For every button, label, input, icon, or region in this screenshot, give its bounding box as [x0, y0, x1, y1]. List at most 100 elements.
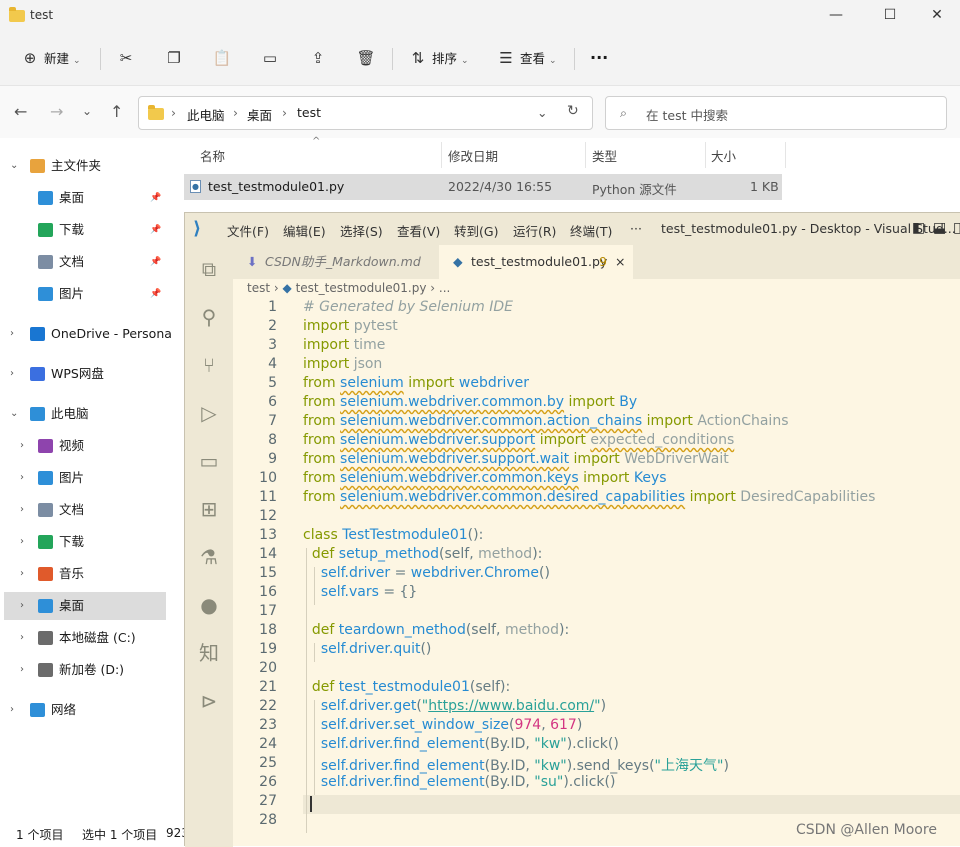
view-button[interactable]: ☰ 查看 ⌄ [496, 46, 556, 70]
menu-item[interactable]: 编辑(E) [283, 221, 326, 240]
chevron-down-icon[interactable]: ⌄ [10, 152, 18, 180]
testing-flask-icon[interactable]: ⚗ [197, 545, 221, 569]
pc-icon [30, 407, 45, 421]
sidebar-item[interactable]: › 图片 [0, 464, 167, 492]
sidebar-item[interactable]: 下载 📌 [0, 216, 167, 244]
forward-arrow-icon[interactable]: → [50, 102, 63, 121]
more-button[interactable]: ··· [590, 46, 608, 70]
terminal-icon[interactable]: ⊳ [197, 689, 221, 713]
sidebar-item[interactable]: 文档 📌 [0, 248, 167, 276]
code-line: self.driver.find_element(By.ID, "kw").cl… [320, 736, 619, 752]
source-control-icon[interactable]: ⑂ [197, 353, 221, 377]
column-header-date[interactable]: 修改日期 [448, 146, 498, 165]
column-header-type[interactable]: 类型 [592, 146, 617, 165]
recent-chevron-icon[interactable]: ⌄ [82, 104, 92, 118]
address-bar[interactable]: › 此电脑 › 桌面 › test ⌄ ↻ [138, 96, 593, 130]
sidebar-item[interactable]: 图片 📌 [0, 280, 167, 308]
chevron-down-icon[interactable]: ⌄ [10, 400, 18, 428]
chevron-right-icon[interactable]: › [10, 696, 14, 724]
delete-button[interactable]: 🗑 [356, 46, 376, 70]
sidebar-item[interactable]: › OneDrive - Persona [0, 320, 172, 348]
extensions-icon[interactable]: ⊞ [197, 497, 221, 521]
cut-button[interactable]: ✂ [116, 46, 136, 70]
breadcrumb-symbols[interactable]: ... [439, 281, 450, 295]
chevron-right-icon[interactable]: › [20, 464, 24, 492]
maximize-icon[interactable]: ☐ [878, 4, 902, 26]
tab-close-icon[interactable]: × [615, 245, 625, 279]
minimize-icon[interactable]: — [824, 4, 848, 26]
breadcrumb-file[interactable]: test_testmodule01.py [296, 281, 427, 295]
refresh-icon[interactable]: ↻ [567, 103, 579, 119]
tab-test-testmodule01[interactable]: ◆ test_testmodule01.py 9 × [439, 245, 633, 279]
explorer-files-icon[interactable]: ⧉ [197, 257, 221, 281]
sort-button[interactable]: ⇅ 排序 ⌄ [408, 46, 469, 70]
chevron-right-icon[interactable]: › [10, 360, 14, 388]
search-icon[interactable]: ⚲ [197, 305, 221, 329]
breadcrumb-this-pc[interactable]: 此电脑 [187, 105, 225, 124]
chevron-right-icon[interactable]: › [20, 432, 24, 460]
sidebar-item[interactable]: › 音乐 [0, 560, 167, 588]
copy-button[interactable]: ❐ [164, 46, 184, 70]
chevron-right-icon[interactable]: › [10, 320, 14, 348]
file-row[interactable]: ● test_testmodule01.py 2022/4/30 16:55 P… [184, 174, 782, 200]
breadcrumb-test[interactable]: test [297, 105, 321, 120]
menu-item[interactable]: 终端(T) [570, 221, 612, 240]
column-header-name[interactable]: 名称 [200, 146, 225, 165]
breadcrumb-folder[interactable]: test [247, 281, 270, 295]
github-icon[interactable]: ● [197, 593, 221, 617]
new-button[interactable]: ⊕ 新建 ⌄ [20, 46, 81, 70]
paste-button[interactable]: 📋 [212, 46, 232, 70]
chevron-right-icon[interactable]: › [20, 656, 24, 684]
toggle-panel-icon[interactable]: ⬓ [933, 220, 946, 236]
back-arrow-icon[interactable]: ← [14, 102, 27, 121]
chevron-right-icon[interactable]: › [20, 624, 24, 652]
chevron-right-icon[interactable]: › [20, 496, 24, 524]
menu-item[interactable]: 转到(G) [454, 221, 498, 240]
up-arrow-icon[interactable]: ↑ [110, 102, 123, 121]
sidebar-item[interactable]: › 下载 [0, 528, 167, 556]
menu-item[interactable]: 查看(V) [397, 221, 440, 240]
file-size: 1 KB [750, 179, 779, 194]
breadcrumb-separator: › [273, 281, 283, 295]
sidebar-item[interactable]: › 网络 [0, 696, 167, 724]
tab-csdn-markdown[interactable]: ⬇ CSDN助手_Markdown.md [233, 245, 439, 279]
breadcrumb-separator: › [233, 105, 238, 120]
remote-explorer-icon[interactable]: ▭ [197, 449, 221, 473]
toggle-sidebar-icon[interactable]: ◧ [912, 220, 925, 236]
sidebar-item[interactable]: ⌄ 主文件夹 [0, 152, 167, 180]
sidebar-item[interactable]: 桌面 📌 [0, 184, 167, 212]
column-header-size[interactable]: 大小 [711, 146, 736, 165]
breadcrumb-desktop[interactable]: 桌面 [247, 105, 272, 124]
code-line: # Generated by Selenium IDE [303, 299, 514, 315]
sidebar-item[interactable]: › WPS网盘 [0, 360, 167, 388]
menu-item[interactable]: 运行(R) [513, 221, 556, 240]
rename-button[interactable]: ▭ [260, 46, 280, 70]
divider [574, 48, 575, 70]
chevron-down-icon[interactable]: ⌄ [537, 105, 547, 120]
line-number: 28 [259, 812, 277, 828]
sidebar-item[interactable]: › 本地磁盘 (C:) [0, 624, 167, 652]
sidebar-item[interactable]: ⌄ 此电脑 [0, 400, 167, 428]
chevron-right-icon[interactable]: › [20, 528, 24, 556]
chevron-right-icon[interactable]: › [20, 560, 24, 588]
menu-item[interactable]: 文件(F) [227, 221, 269, 240]
layout-icon[interactable]: ◨ [953, 220, 960, 236]
sidebar-item[interactable]: › 新加卷 (D:) [0, 656, 167, 684]
chevron-right-icon[interactable]: › [20, 592, 24, 620]
menu-item[interactable]: 选择(S) [340, 221, 383, 240]
line-number: 14 [259, 546, 277, 562]
close-icon[interactable]: ✕ [925, 4, 949, 26]
menu-item[interactable]: ··· [630, 221, 642, 236]
code-editor[interactable]: 1 # Generated by Selenium IDE 2 import pyte… [233, 299, 960, 847]
text-cursor [310, 796, 312, 812]
sidebar-item[interactable]: › 文档 [0, 496, 167, 524]
zhihu-icon[interactable]: 知 [197, 641, 221, 665]
vscode-window: ⟩ 文件(F) 编辑(E) 选择(S) 查看(V) 转到(G) 运行(R) 终端(T) ···… [184, 212, 960, 847]
sidebar-item[interactable]: › 视频 [0, 432, 167, 460]
search-box[interactable]: ⌕ 在 test 中搜索 [605, 96, 947, 130]
share-button[interactable]: ⇪ [308, 46, 328, 70]
python-file-icon: ● [190, 180, 201, 193]
run-debug-icon[interactable]: ▷ [197, 401, 221, 425]
scissors-icon: ✂ [119, 49, 133, 67]
sidebar-item[interactable]: › 桌面 [4, 592, 166, 620]
